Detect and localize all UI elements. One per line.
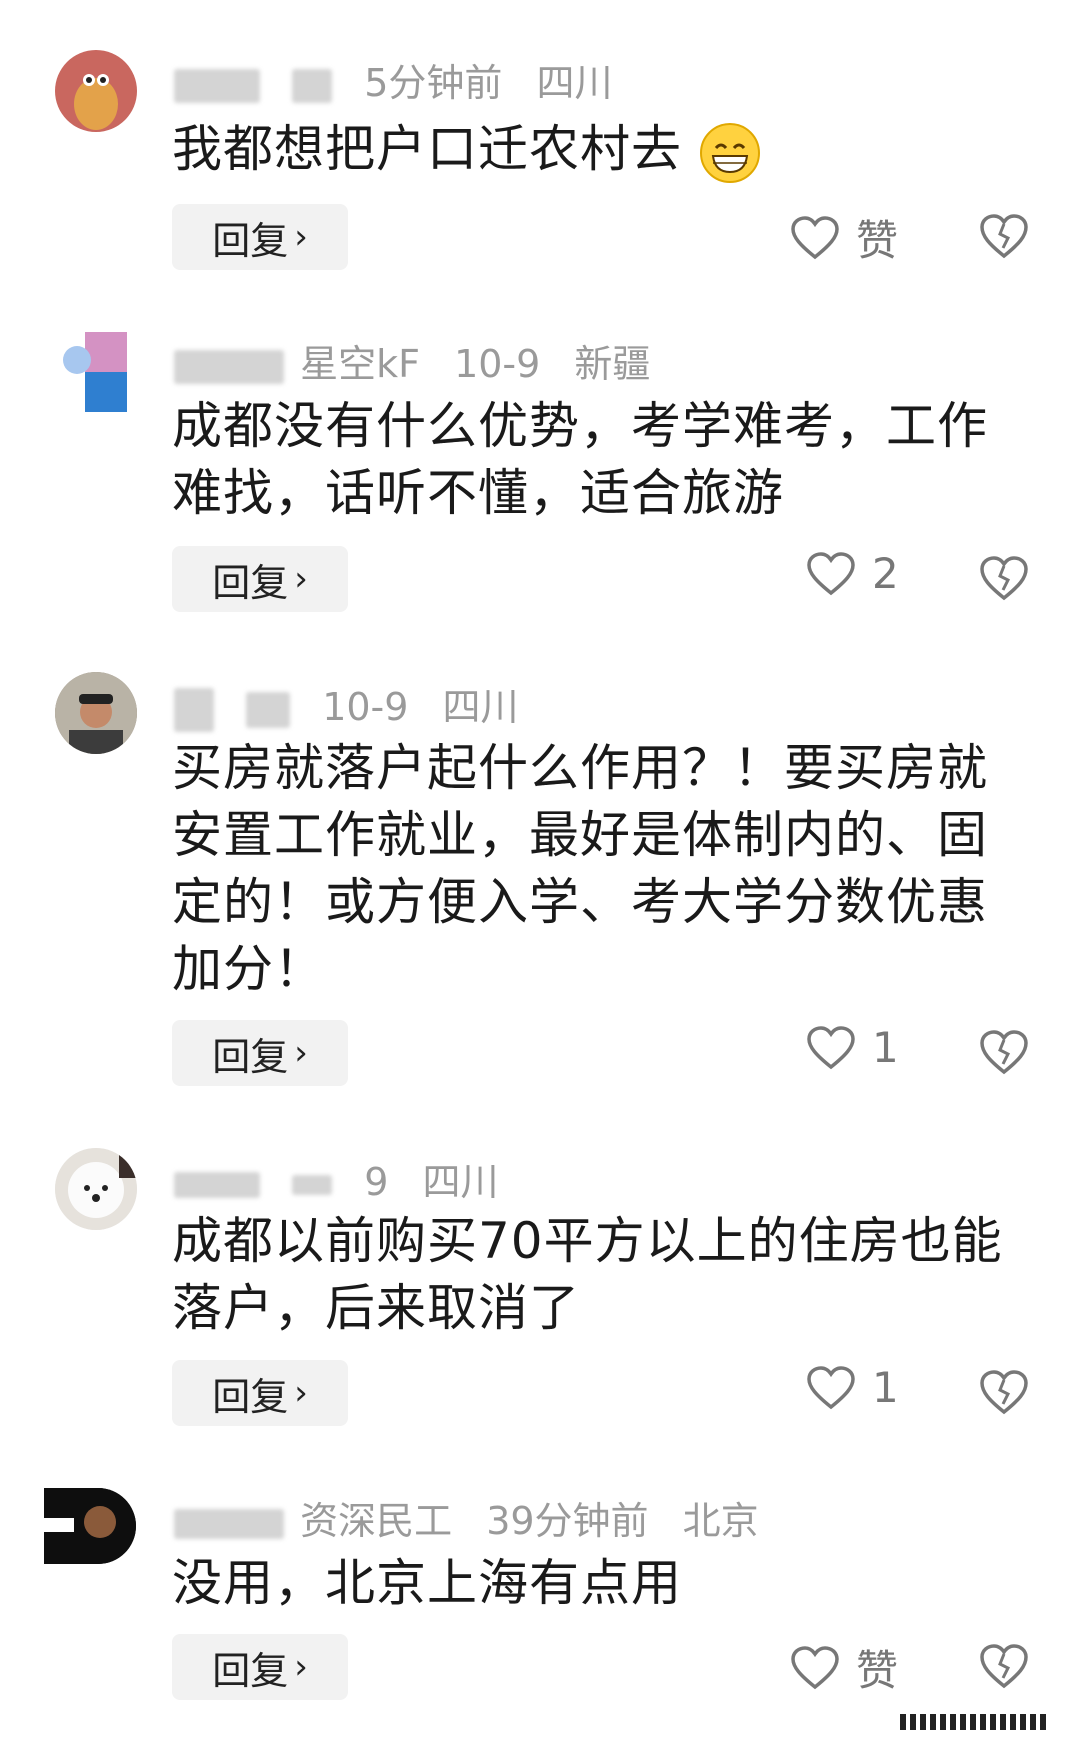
username-redacted xyxy=(246,691,291,728)
reply-label: 回复 xyxy=(212,560,289,605)
comment-location: 四川 xyxy=(536,61,613,105)
avatar[interactable] xyxy=(55,1148,137,1230)
heart-outline-icon xyxy=(807,551,855,595)
comment-text: 买房就落户起什么作用？！要买房就安置工作就业，最好是体制内的、固定的！或方便入学… xyxy=(172,739,988,998)
like-count: 1 xyxy=(872,1363,899,1412)
username-redacted xyxy=(174,687,214,732)
comment-time: 9 xyxy=(364,1160,389,1204)
comment-time: 10-9 xyxy=(454,342,541,386)
broken-heart-icon[interactable] xyxy=(978,210,1030,262)
watermark-bars xyxy=(900,1714,1046,1730)
comment-time: 5分钟前 xyxy=(364,61,503,105)
like-button[interactable]: 赞 xyxy=(790,1637,898,1698)
comment-text: 我都想把户口迁农村去 xyxy=(172,120,682,178)
comment-text: 成都以前购买70平方以上的住房也能落户，后来取消了 xyxy=(172,1212,1003,1337)
username-redacted xyxy=(174,1171,260,1198)
chevron-right-icon: › xyxy=(294,559,308,599)
avatar-image xyxy=(74,74,118,130)
chevron-right-icon: › xyxy=(294,1647,308,1687)
comment-location: 四川 xyxy=(442,685,519,729)
username-redacted xyxy=(292,1174,333,1195)
comment-location: 北京 xyxy=(682,1499,759,1543)
reply-label: 回复 xyxy=(212,218,289,263)
avatar-image xyxy=(44,1488,136,1564)
broken-heart-icon[interactable] xyxy=(978,1366,1030,1418)
like-button[interactable]: 2 xyxy=(806,549,899,598)
broken-heart-icon[interactable] xyxy=(978,1026,1030,1078)
chevron-right-icon: › xyxy=(294,217,308,257)
comment-text: 没用，北京上海有点用 xyxy=(172,1554,682,1612)
heart-outline-icon xyxy=(791,1645,839,1689)
reply-button[interactable]: 回复 › xyxy=(172,1360,348,1426)
comment-text: 成都没有什么优势，考学难考，工作难找，话听不懂，适合旅游 xyxy=(172,397,988,522)
comment-meta: 星空kF 10-9 新疆 xyxy=(174,333,650,388)
comment-meta: 9 四川 xyxy=(174,1151,498,1206)
reply-label: 回复 xyxy=(212,1374,289,1419)
like-count: 赞 xyxy=(856,1646,899,1695)
chevron-right-icon: › xyxy=(294,1373,308,1413)
comment-location: 四川 xyxy=(422,1160,499,1204)
like-button[interactable]: 1 xyxy=(806,1023,899,1072)
chevron-right-icon: › xyxy=(294,1033,308,1073)
broken-heart-icon[interactable] xyxy=(978,552,1030,604)
username-redacted xyxy=(174,349,284,384)
avatar[interactable] xyxy=(55,50,137,132)
heart-outline-icon xyxy=(807,1365,855,1409)
comment-time: 10-9 xyxy=(322,685,409,729)
username-redacted xyxy=(292,68,333,103)
comment-location: 新疆 xyxy=(574,342,651,386)
comment-text-row: 我都想把户口迁农村去 xyxy=(172,116,1022,184)
avatar[interactable] xyxy=(55,672,137,754)
like-count: 2 xyxy=(872,549,899,598)
avatar[interactable] xyxy=(55,330,137,412)
comment-meta: 资深民工 39分钟前 北京 xyxy=(174,1490,759,1545)
username-redacted xyxy=(174,68,260,103)
reply-button[interactable]: 回复 › xyxy=(172,1020,348,1086)
like-count: 赞 xyxy=(856,216,899,265)
broken-heart-icon[interactable] xyxy=(978,1640,1030,1692)
reply-button[interactable]: 回复 › xyxy=(172,546,348,612)
comment-meta: 5分钟前 四川 xyxy=(174,52,612,107)
grinning-face-icon xyxy=(699,122,760,183)
username: 星空kF xyxy=(300,342,420,386)
like-button[interactable]: 赞 xyxy=(790,207,898,268)
reply-button[interactable]: 回复 › xyxy=(172,1634,348,1700)
avatar-image xyxy=(55,1148,137,1230)
reply-button[interactable]: 回复 › xyxy=(172,204,348,270)
avatar-image xyxy=(55,672,137,754)
reply-label: 回复 xyxy=(212,1648,289,1693)
username: 资深民工 xyxy=(300,1499,453,1543)
like-button[interactable]: 1 xyxy=(806,1363,899,1412)
reply-label: 回复 xyxy=(212,1034,289,1079)
like-count: 1 xyxy=(872,1023,899,1072)
avatar-image xyxy=(63,332,127,412)
avatar[interactable] xyxy=(44,1488,136,1564)
heart-outline-icon xyxy=(791,215,839,259)
username-redacted xyxy=(174,1508,284,1539)
comment-time: 39分钟前 xyxy=(486,1499,649,1543)
heart-outline-icon xyxy=(807,1025,855,1069)
comment-meta: 10-9 四川 xyxy=(174,676,519,732)
